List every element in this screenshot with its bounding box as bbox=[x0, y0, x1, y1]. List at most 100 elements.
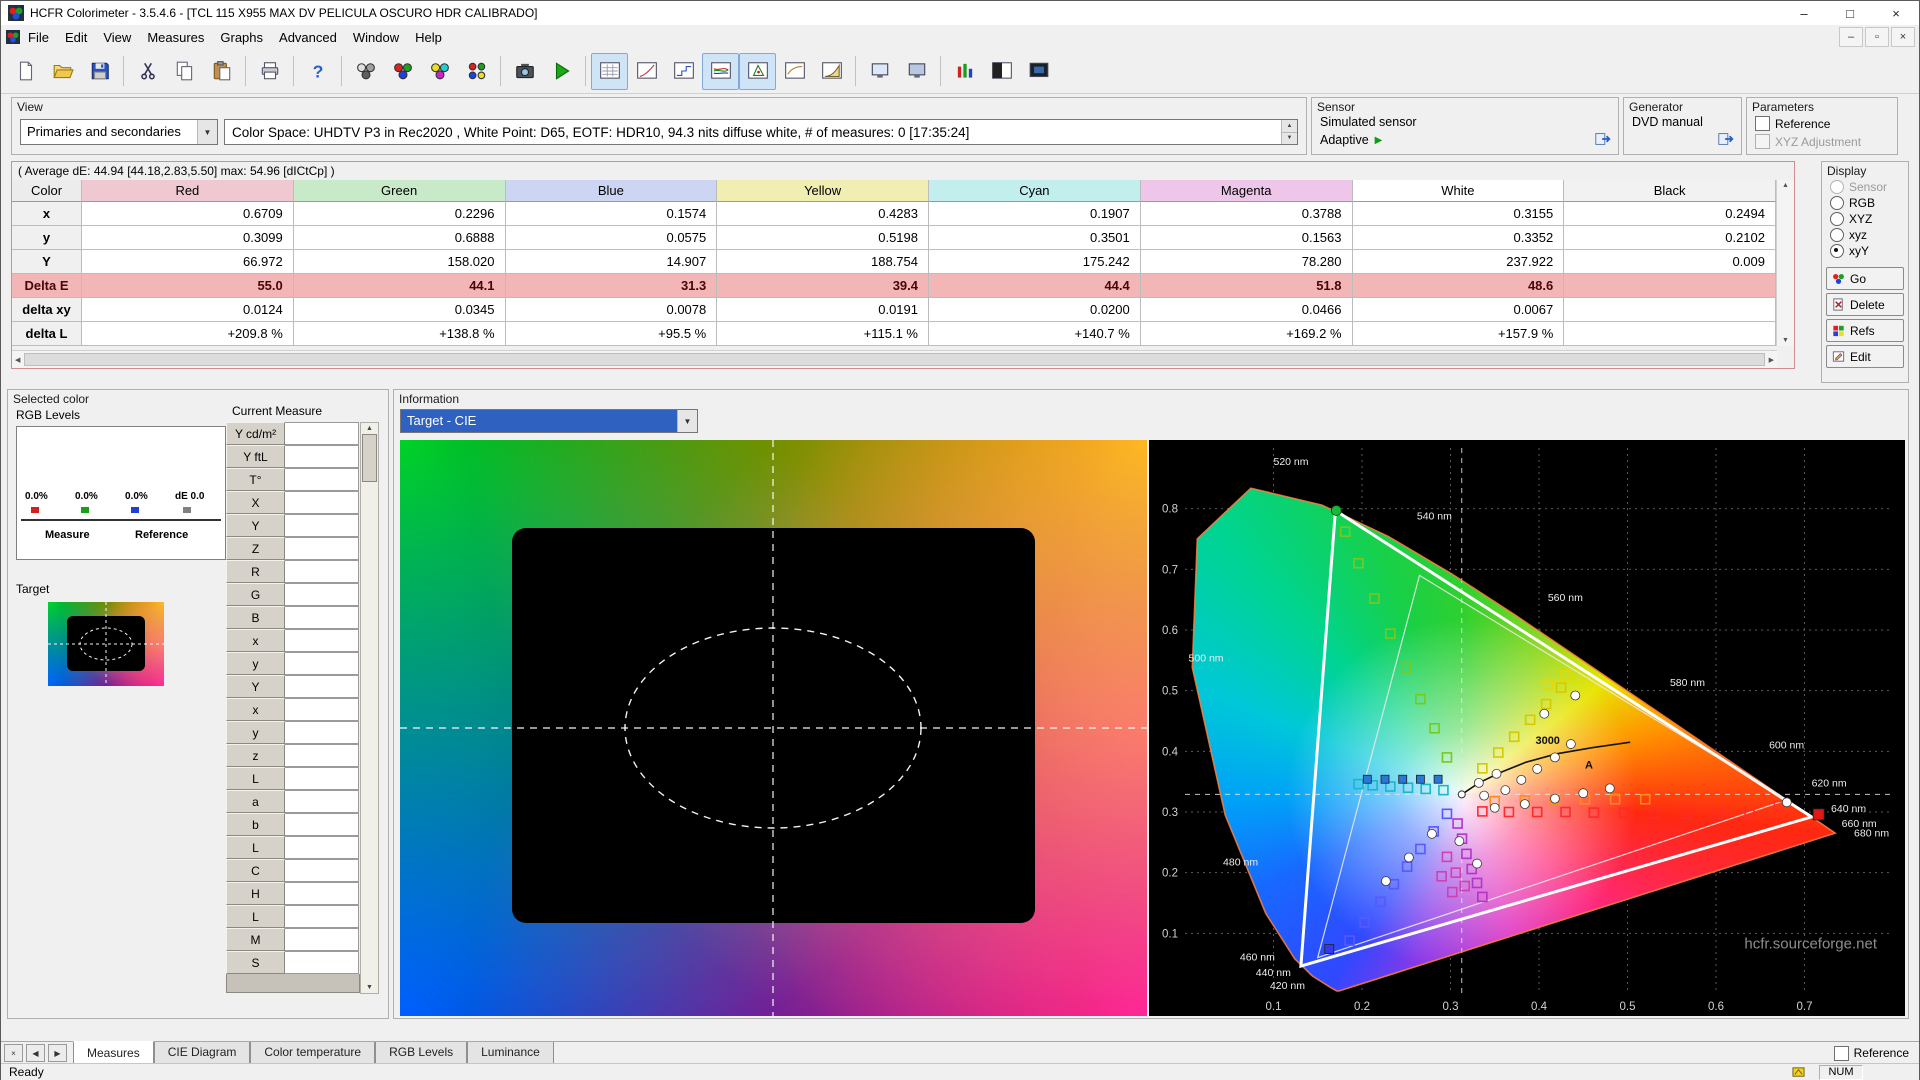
menu-view[interactable]: View bbox=[95, 27, 139, 48]
measure-value[interactable] bbox=[285, 514, 359, 537]
tab-close-button[interactable]: × bbox=[4, 1044, 23, 1062]
view-luminance-chart-button[interactable] bbox=[813, 53, 850, 90]
table-cell[interactable]: 0.2494 bbox=[1564, 202, 1776, 226]
column-header-red[interactable]: Red bbox=[82, 180, 294, 202]
table-cell[interactable]: 0.1574 bbox=[506, 202, 718, 226]
measure-value[interactable] bbox=[285, 560, 359, 583]
table-cell[interactable]: 0.3099 bbox=[82, 226, 294, 250]
measure-value[interactable] bbox=[285, 744, 359, 767]
generator-config-button[interactable] bbox=[1717, 130, 1735, 151]
table-cell[interactable]: 66.972 bbox=[82, 250, 294, 274]
new-document-button[interactable] bbox=[7, 53, 44, 90]
current-measure-scrollbar[interactable]: ▲ ▼ bbox=[360, 422, 379, 994]
measure-value[interactable] bbox=[285, 652, 359, 675]
run-measures-button[interactable] bbox=[543, 53, 580, 90]
table-cell[interactable]: 0.3352 bbox=[1353, 226, 1565, 250]
table-cell[interactable]: 175.242 bbox=[929, 250, 1141, 274]
menu-window[interactable]: Window bbox=[345, 27, 407, 48]
scroll-up-icon[interactable]: ▲ bbox=[1782, 182, 1789, 189]
scroll-up-icon[interactable]: ▲ bbox=[366, 425, 373, 432]
table-cell[interactable]: 0.1563 bbox=[1141, 226, 1353, 250]
column-header-white[interactable]: White bbox=[1353, 180, 1565, 202]
measure-value[interactable] bbox=[285, 721, 359, 744]
display-option-xyz[interactable]: xyz bbox=[1830, 228, 1887, 241]
menu-file[interactable]: File bbox=[20, 27, 57, 48]
scroll-left-icon[interactable]: ◀ bbox=[15, 356, 20, 364]
table-cell[interactable]: 0.3501 bbox=[929, 226, 1141, 250]
measure-value[interactable] bbox=[285, 767, 359, 790]
fullscreen-pattern-button[interactable] bbox=[1020, 53, 1057, 90]
column-header-yellow[interactable]: Yellow bbox=[717, 180, 929, 202]
print-button[interactable] bbox=[251, 53, 288, 90]
measure-value[interactable] bbox=[285, 422, 359, 445]
column-header-blue[interactable]: Blue bbox=[506, 180, 718, 202]
reference-checkbox[interactable] bbox=[1755, 116, 1770, 131]
footer-reference-checkbox[interactable] bbox=[1834, 1046, 1849, 1061]
measure-value[interactable] bbox=[285, 583, 359, 606]
table-cell[interactable]: 158.020 bbox=[294, 250, 506, 274]
tab-prev-button[interactable]: ◀ bbox=[26, 1044, 45, 1062]
radio-xyz[interactable] bbox=[1830, 212, 1844, 226]
display-option-xyz[interactable]: XYZ bbox=[1830, 212, 1887, 225]
table-cell[interactable]: +140.7 % bbox=[929, 322, 1141, 346]
measure-value[interactable] bbox=[285, 606, 359, 629]
column-header-cyan[interactable]: Cyan bbox=[929, 180, 1141, 202]
radio-xyy[interactable] bbox=[1830, 244, 1844, 258]
table-cell[interactable]: 0.0078 bbox=[506, 298, 718, 322]
view-mode-select[interactable]: Primaries and secondaries ▼ bbox=[20, 119, 218, 145]
table-cell[interactable]: 237.922 bbox=[1353, 250, 1565, 274]
table-cell[interactable]: +157.9 % bbox=[1353, 322, 1565, 346]
measure-value[interactable] bbox=[285, 790, 359, 813]
measure-secondaries-button[interactable] bbox=[421, 53, 458, 90]
table-cell[interactable]: 0.1907 bbox=[929, 202, 1141, 226]
table-cell[interactable]: 39.4 bbox=[717, 274, 929, 298]
measure-value[interactable] bbox=[285, 445, 359, 468]
view-contrast-chart-button[interactable] bbox=[983, 53, 1020, 90]
table-cell[interactable]: 14.907 bbox=[506, 250, 718, 274]
measure-value[interactable] bbox=[285, 537, 359, 560]
table-cell[interactable]: 188.754 bbox=[717, 250, 929, 274]
table-cell[interactable]: 0.0345 bbox=[294, 298, 506, 322]
measure-value[interactable] bbox=[285, 698, 359, 721]
save-file-button[interactable] bbox=[81, 53, 118, 90]
sensor-config-button[interactable] bbox=[1594, 130, 1612, 151]
menu-graphs[interactable]: Graphs bbox=[212, 27, 271, 48]
view-rgb-levels-chart-button[interactable] bbox=[702, 53, 739, 90]
mdi-minimize-button[interactable]: – bbox=[1839, 27, 1863, 47]
tab-luminance[interactable]: Luminance bbox=[467, 1042, 554, 1064]
measure-full-button[interactable] bbox=[458, 53, 495, 90]
measure-primaries-button[interactable] bbox=[384, 53, 421, 90]
open-file-button[interactable] bbox=[44, 53, 81, 90]
table-cell[interactable]: +115.1 % bbox=[717, 322, 929, 346]
tab-measures[interactable]: Measures bbox=[73, 1041, 154, 1064]
table-cell[interactable]: 0.0200 bbox=[929, 298, 1141, 322]
table-cell[interactable]: 0.2102 bbox=[1564, 226, 1776, 250]
capture-screen-button[interactable] bbox=[506, 53, 543, 90]
tab-rgb-levels[interactable]: RGB Levels bbox=[375, 1042, 467, 1064]
measure-value[interactable] bbox=[285, 491, 359, 514]
table-cell[interactable]: +169.2 % bbox=[1141, 322, 1353, 346]
scroll-down-icon[interactable]: ▼ bbox=[1782, 337, 1789, 344]
view-measures-grid-button[interactable] bbox=[591, 53, 628, 90]
view-levels-button[interactable] bbox=[946, 53, 983, 90]
table-cell[interactable]: 0.2296 bbox=[294, 202, 506, 226]
table-cell[interactable]: 0.0124 bbox=[82, 298, 294, 322]
table-cell[interactable]: 0.0575 bbox=[506, 226, 718, 250]
table-cell[interactable]: +209.8 % bbox=[82, 322, 294, 346]
edit-button[interactable]: Edit bbox=[1826, 345, 1904, 368]
table-cell[interactable]: 0.3788 bbox=[1141, 202, 1353, 226]
paste-button[interactable] bbox=[203, 53, 240, 90]
view-cie-diagram-button[interactable] bbox=[739, 53, 776, 90]
measure-value[interactable] bbox=[285, 928, 359, 951]
measures-horizontal-scrollbar[interactable]: ◀▶ bbox=[12, 350, 1777, 368]
table-cell[interactable]: +138.8 % bbox=[294, 322, 506, 346]
table-cell[interactable]: 44.1 bbox=[294, 274, 506, 298]
measures-table[interactable]: ColorRedGreenBlueYellowCyanMagentaWhiteB… bbox=[12, 180, 1776, 346]
table-cell[interactable]: 55.0 bbox=[82, 274, 294, 298]
view-gamma-chart-button[interactable] bbox=[628, 53, 665, 90]
scroll-right-icon[interactable]: ▶ bbox=[1769, 356, 1774, 364]
scrollbar-thumb[interactable] bbox=[362, 434, 377, 482]
table-cell[interactable] bbox=[1564, 274, 1776, 298]
table-cell[interactable] bbox=[1564, 322, 1776, 346]
measure-value[interactable] bbox=[285, 468, 359, 491]
